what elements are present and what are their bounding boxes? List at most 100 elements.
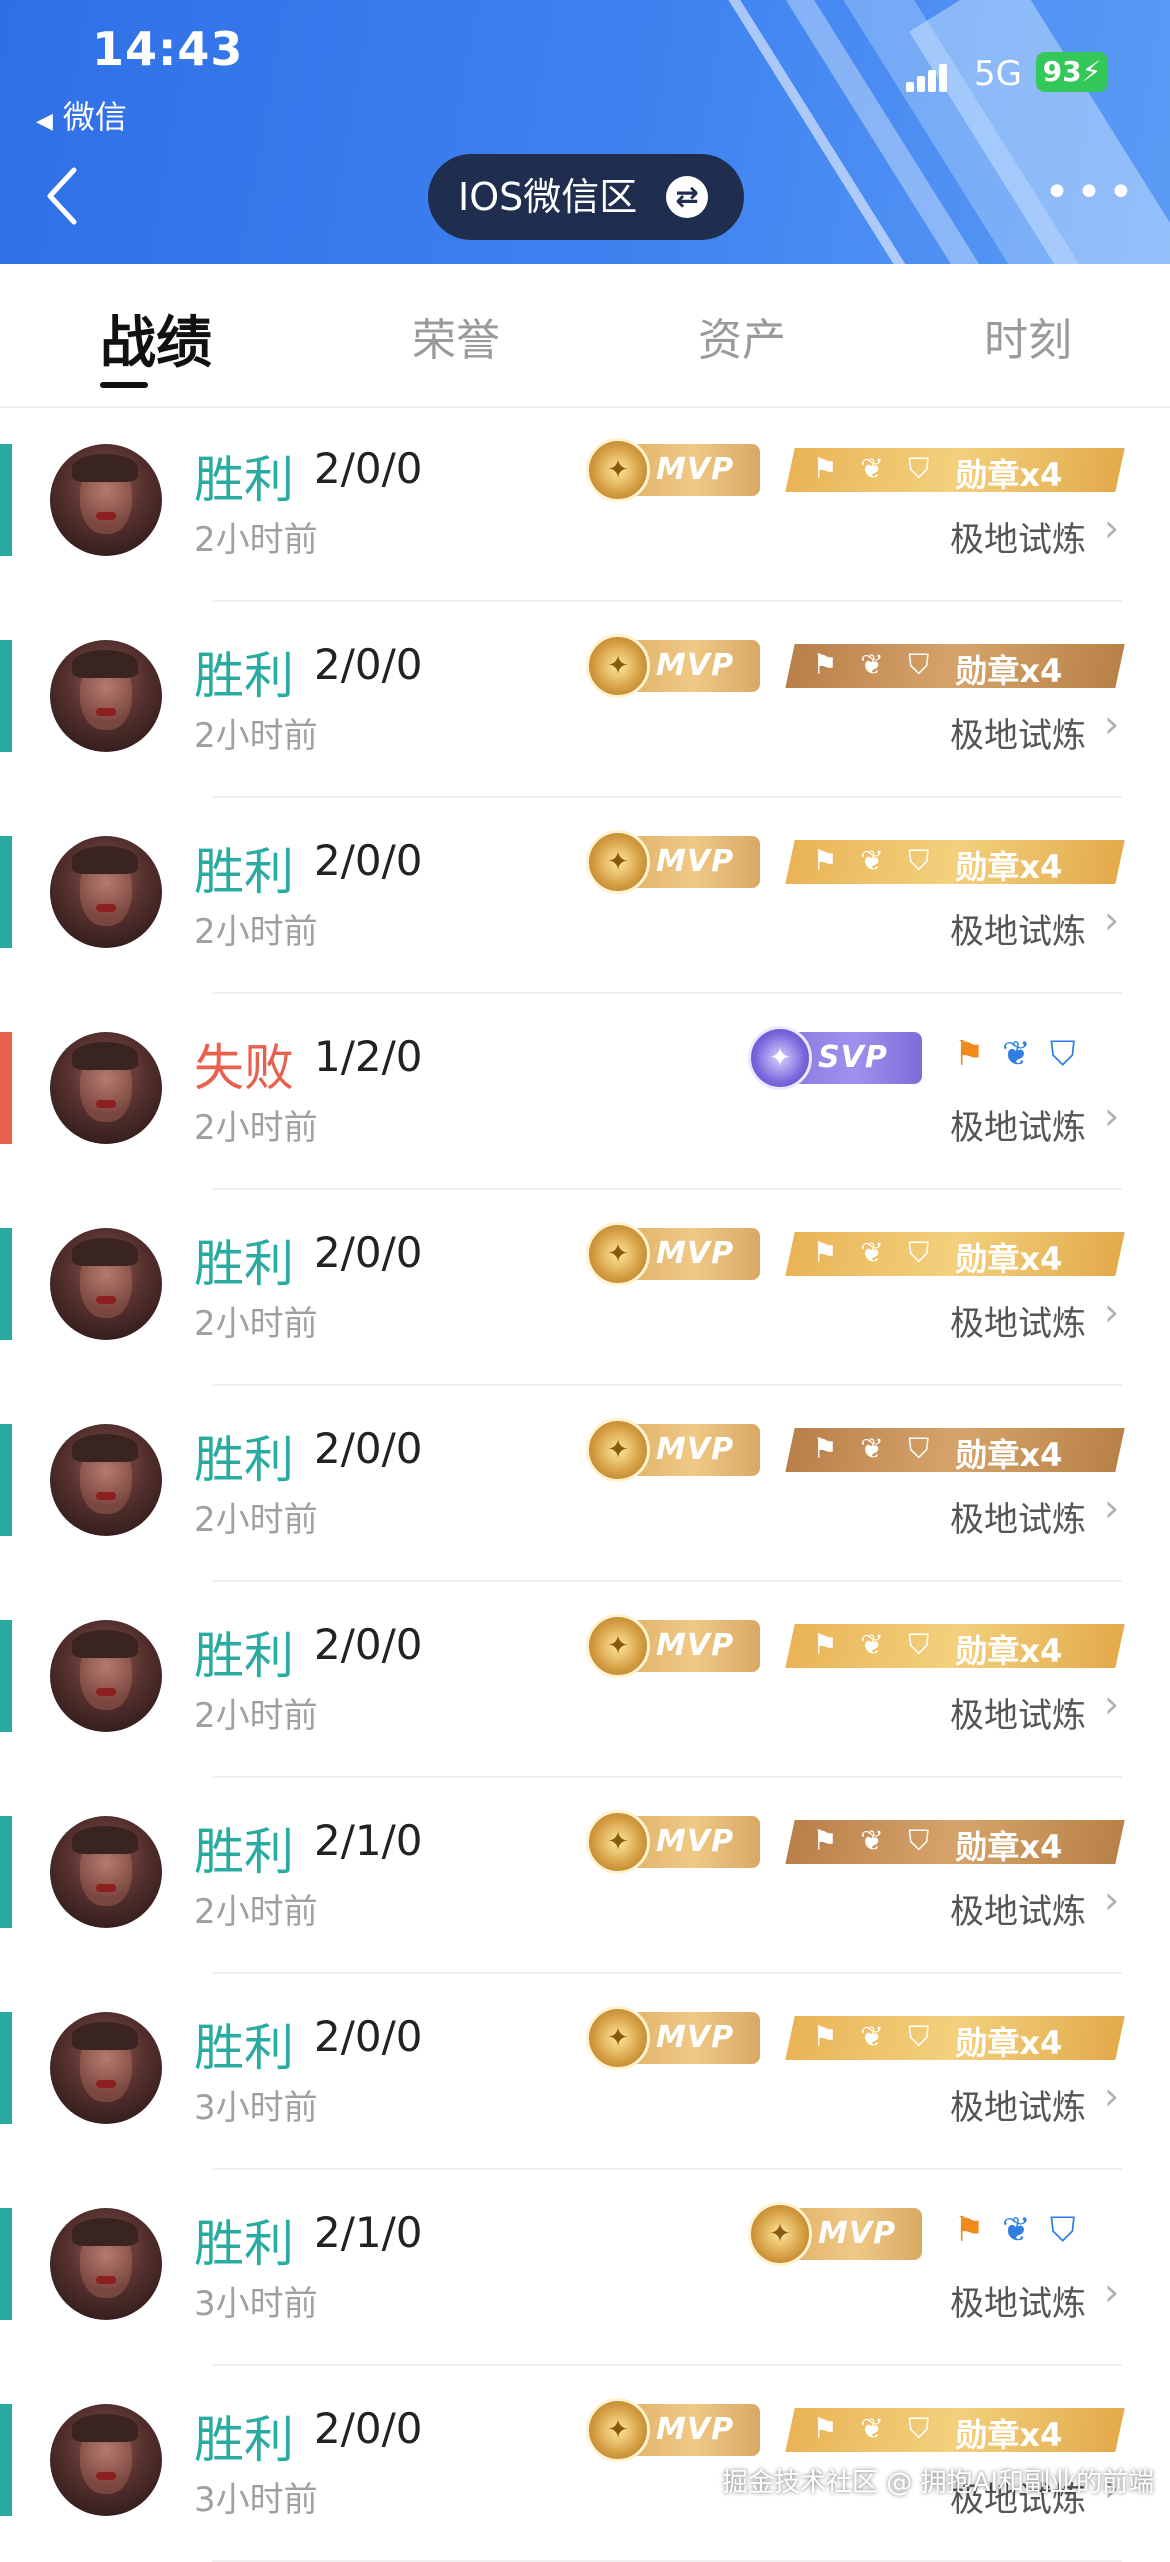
match-row[interactable]: 胜利 2/0/0 2小时前 ✦ MVP ⚑ ❦ ⛉ 勋章x4 极地试炼 › xyxy=(0,1386,1170,1582)
badge-label: MVP xyxy=(656,1236,735,1271)
badge-label: MVP xyxy=(656,1824,735,1859)
medal-count: 勋章x4 xyxy=(955,1436,1063,1474)
star-medal-icon: ✦ xyxy=(586,438,650,502)
medal-count: 勋章x4 xyxy=(955,456,1063,494)
badge-label: MVP xyxy=(656,452,735,487)
star-medal-icon: ✦ xyxy=(586,634,650,698)
result-indicator-bar xyxy=(0,640,12,752)
medal-count: 勋章x4 xyxy=(955,1828,1063,1866)
game-mode: 极地试炼 xyxy=(950,912,1086,952)
result-indicator-bar xyxy=(0,836,12,948)
match-kda: 1/2/0 xyxy=(314,1032,423,1081)
mvp-badge: ✦ MVP xyxy=(586,1418,760,1482)
result-indicator-bar xyxy=(0,2012,12,2124)
match-time-ago: 2小时前 xyxy=(194,1304,318,1344)
game-mode: 极地试炼 xyxy=(950,716,1086,756)
match-time-ago: 2小时前 xyxy=(194,1108,318,1148)
chevron-right-icon: › xyxy=(1104,1878,1120,1922)
match-row[interactable]: 胜利 2/1/0 2小时前 ✦ MVP ⚑ ❦ ⛉ 勋章x4 极地试炼 › xyxy=(0,1778,1170,1974)
chevron-right-icon: › xyxy=(1104,1094,1120,1138)
badge-label: SVP xyxy=(818,1040,888,1075)
flame-icon: ❦ xyxy=(1002,1034,1031,1074)
medal-strip: ⚑ ❦ ⛉ 勋章x4 xyxy=(785,1820,1125,1866)
result-indicator-bar xyxy=(0,444,12,556)
shield-icon: ⛉ xyxy=(908,1628,930,1661)
medal-strip: ⚑ ❦ ⛉ 勋章x4 xyxy=(785,1428,1125,1474)
match-row[interactable]: 胜利 2/0/0 2小时前 ✦ MVP ⚑ ❦ ⛉ 勋章x4 极地试炼 › xyxy=(0,602,1170,798)
flame-icon: ❦ xyxy=(860,1236,884,1269)
hero-avatar xyxy=(50,640,162,752)
mvp-badge: ✦ MVP xyxy=(586,634,760,698)
medal-strip: ⚑ ❦ ⛉ 勋章x4 xyxy=(785,840,1125,886)
hero-avatar xyxy=(50,836,162,948)
match-result: 胜利 xyxy=(194,843,294,901)
back-app-label: 微信 xyxy=(62,98,127,136)
match-result: 胜利 xyxy=(194,1431,294,1489)
match-result: 胜利 xyxy=(194,1235,294,1293)
hero-avatar xyxy=(50,1228,162,1340)
tab-moments[interactable]: 时刻 xyxy=(984,304,1072,368)
flame-icon: ❦ xyxy=(1002,2210,1031,2250)
match-row[interactable]: 失败 1/2/0 2小时前 ✦ SVP ⚑ ❦ ⛉ 极地试炼 › xyxy=(0,994,1170,1190)
shield-icon: ⛉ xyxy=(908,1432,930,1465)
shield-icon: ⛉ xyxy=(908,2412,930,2445)
match-kda: 2/1/0 xyxy=(314,2208,423,2257)
match-time-ago: 2小时前 xyxy=(194,1696,318,1736)
match-row[interactable]: 胜利 2/0/0 2小时前 ✦ MVP ⚑ ❦ ⛉ 勋章x4 极地试炼 › xyxy=(0,1582,1170,1778)
mvp-badge: ✦ MVP xyxy=(586,2398,760,2462)
flame-icon: ❦ xyxy=(860,452,884,485)
tab-assets[interactable]: 资产 xyxy=(698,304,786,368)
medal-strip: ⚑ ❦ ⛉ 勋章x4 xyxy=(785,2408,1125,2454)
flame-icon: ❦ xyxy=(860,1628,884,1661)
medal-count: 勋章x4 xyxy=(955,652,1063,690)
medal-strip: ⚑ ❦ ⛉ 勋章x4 xyxy=(785,644,1125,690)
medal-strip: ⚑ ❦ ⛉ 勋章x4 xyxy=(785,2016,1125,2062)
match-row[interactable]: 胜利 2/1/0 3小时前 ✦ MVP ⚑ ❦ ⛉ 极地试炼 › xyxy=(0,2170,1170,2366)
back-arrow-icon: ◀ xyxy=(36,109,53,134)
match-row[interactable]: 胜利 2/0/0 3小时前 ✦ MVP ⚑ ❦ ⛉ 勋章x4 极地试炼 › xyxy=(0,1974,1170,2170)
chevron-right-icon: › xyxy=(1104,506,1120,550)
result-indicator-bar xyxy=(0,1032,12,1144)
tab-honor[interactable]: 荣誉 xyxy=(412,304,500,368)
network-type: 5G xyxy=(974,54,1022,94)
badge-label: MVP xyxy=(656,1628,735,1663)
flame-icon: ❦ xyxy=(860,1432,884,1465)
star-medal-icon: ✦ xyxy=(586,1614,650,1678)
match-time-ago: 2小时前 xyxy=(194,1892,318,1932)
flag-icon: ⚑ xyxy=(812,1432,838,1465)
flame-icon: ❦ xyxy=(860,2020,884,2053)
more-options-icon[interactable]: ••• xyxy=(1044,171,1140,215)
region-switch-button[interactable]: IOS微信区 ⇄ xyxy=(428,154,744,240)
back-to-app-link[interactable]: ◀ 微信 xyxy=(36,92,127,138)
shield-icon: ⛉ xyxy=(908,648,930,681)
game-mode: 极地试炼 xyxy=(950,1500,1086,1540)
hero-avatar xyxy=(50,2404,162,2516)
game-mode: 极地试炼 xyxy=(950,1892,1086,1932)
back-chevron-icon[interactable] xyxy=(44,166,80,226)
star-medal-icon: ✦ xyxy=(586,2006,650,2070)
game-mode: 极地试炼 xyxy=(950,2088,1086,2128)
match-time-ago: 2小时前 xyxy=(194,520,318,560)
chevron-right-icon: › xyxy=(1104,702,1120,746)
tab-record[interactable]: 战绩 xyxy=(100,298,212,379)
flag-icon: ⚑ xyxy=(812,648,838,681)
match-row[interactable]: 胜利 2/0/0 2小时前 ✦ MVP ⚑ ❦ ⛉ 勋章x4 极地试炼 › xyxy=(0,1190,1170,1386)
medal-count: 勋章x4 xyxy=(955,2416,1063,2454)
badge-label: MVP xyxy=(656,2412,735,2447)
shield-icon: ⛉ xyxy=(908,844,930,877)
mvp-badge: ✦ MVP xyxy=(748,2202,922,2266)
mvp-badge: ✦ MVP xyxy=(586,1810,760,1874)
match-row[interactable]: 胜利 2/0/0 2小时前 ✦ MVP ⚑ ❦ ⛉ 勋章x4 极地试炼 › xyxy=(0,406,1170,602)
match-kda: 2/0/0 xyxy=(314,1424,423,1473)
match-row[interactable]: 胜利 2/0/0 2小时前 ✦ MVP ⚑ ❦ ⛉ 勋章x4 极地试炼 › xyxy=(0,798,1170,994)
game-mode: 极地试炼 xyxy=(950,1304,1086,1344)
match-result: 胜利 xyxy=(194,2411,294,2469)
medal-strip: ⚑ ❦ ⛉ 勋章x4 xyxy=(785,1232,1125,1278)
mvp-badge: ✦ MVP xyxy=(586,1222,760,1286)
hero-avatar xyxy=(50,1816,162,1928)
match-result: 胜利 xyxy=(194,451,294,509)
medal-strip: ⚑ ❦ ⛉ 勋章x4 xyxy=(785,1624,1125,1670)
badge-label: MVP xyxy=(818,2216,897,2251)
watermark: 掘金技术社区 @ 拥抱AI和副业的前端 xyxy=(722,2468,1154,2498)
badge-label: MVP xyxy=(656,1432,735,1467)
